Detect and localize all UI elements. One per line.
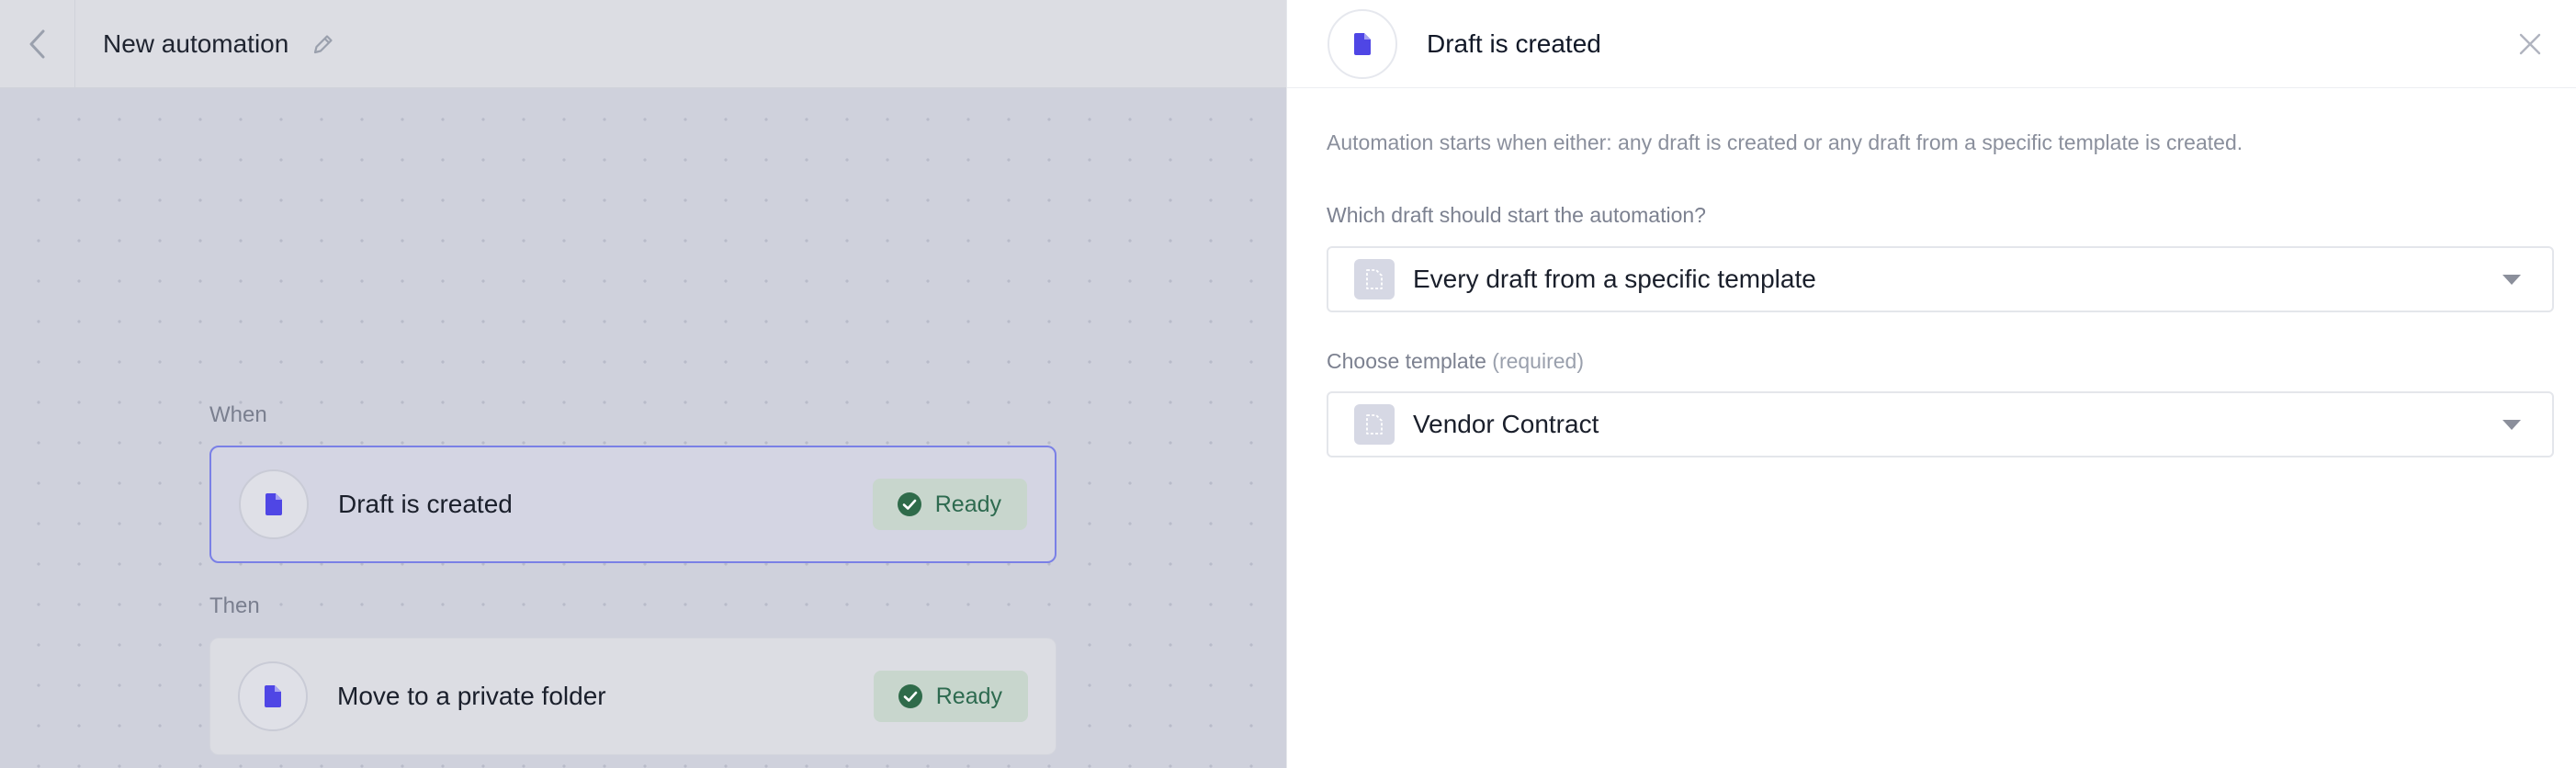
template-select-value: Vendor Contract (1413, 410, 1599, 438)
then-label: Then (209, 593, 260, 618)
status-badge-label: Ready (935, 683, 1002, 709)
pencil-icon (314, 34, 333, 53)
document-icon (265, 685, 281, 707)
status-badge: Ready (872, 479, 1027, 530)
action-icon-circle (238, 661, 308, 731)
panel-title: Draft is created (1427, 28, 1601, 58)
template-document-icon (1354, 404, 1395, 445)
template-field-label-text: Choose template (1327, 349, 1486, 373)
trigger-settings-panel: Draft is created Automation starts when … (1286, 0, 2576, 768)
action-card-title: Move to a private folder (337, 682, 606, 710)
when-label: When (209, 402, 267, 427)
template-field-label: Choose template (required) (1327, 349, 1584, 374)
caret-down-icon (2503, 274, 2521, 285)
check-circle-icon (898, 684, 922, 708)
check-circle-icon (897, 492, 921, 516)
automation-canvas: New automation When Draft is created Rea… (0, 0, 1286, 768)
trigger-icon-circle (239, 469, 309, 539)
required-hint: (required) (1492, 349, 1584, 373)
panel-header: Draft is created (1287, 0, 2576, 88)
trigger-card-title: Draft is created (338, 490, 513, 518)
panel-description: Automation starts when either: any draft… (1327, 130, 2243, 154)
back-button[interactable] (0, 0, 75, 88)
caret-down-icon (2503, 419, 2521, 430)
automation-title: New automation (103, 28, 289, 58)
edit-title-button[interactable] (309, 29, 338, 59)
chevron-left-icon (29, 29, 44, 58)
trigger-card[interactable]: Draft is created Ready (209, 446, 1056, 563)
template-document-icon (1354, 259, 1395, 299)
close-icon (2519, 33, 2541, 55)
close-button[interactable] (2512, 26, 2548, 62)
draft-trigger-select-value: Every draft from a specific template (1413, 265, 1816, 293)
canvas-header: New automation (0, 0, 1286, 88)
action-card[interactable]: Move to a private folder Ready (209, 638, 1056, 755)
document-icon (266, 493, 282, 515)
draft-trigger-select[interactable]: Every draft from a specific template (1327, 246, 2554, 312)
status-badge-label: Ready (934, 491, 1001, 517)
status-badge: Ready (873, 671, 1028, 722)
trigger-field-label: Which draft should start the automation? (1327, 203, 1706, 227)
document-icon (1354, 32, 1371, 55)
template-select[interactable]: Vendor Contract (1327, 391, 2554, 457)
panel-icon-circle (1328, 8, 1397, 79)
